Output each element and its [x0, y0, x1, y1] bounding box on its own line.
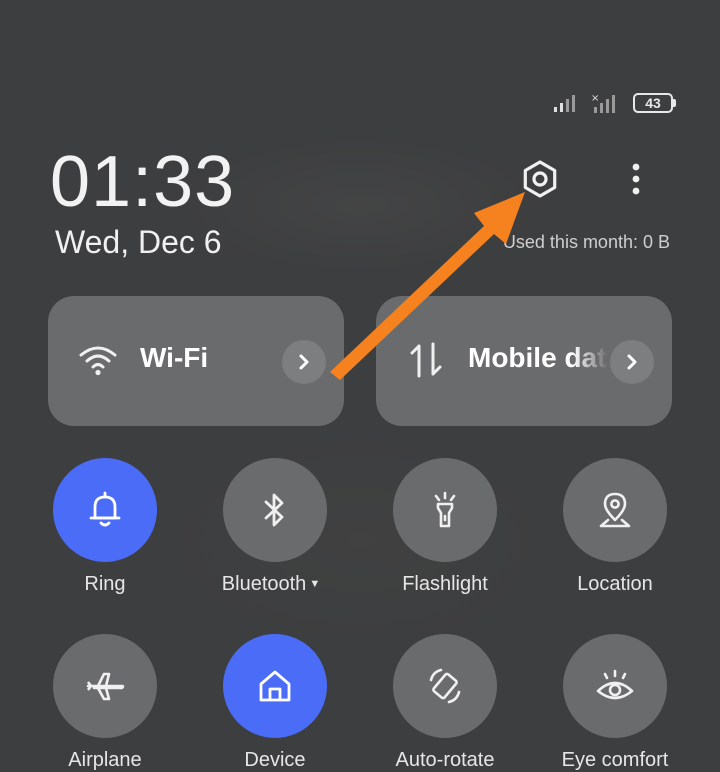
ring-label: Ring: [84, 573, 126, 595]
eye-comfort-toggle[interactable]: [563, 634, 667, 738]
ring-toggle[interactable]: [53, 458, 157, 562]
bell-icon: [89, 491, 121, 527]
wifi-icon: [78, 340, 118, 380]
bluetooth-label: Bluetooth: [221, 573, 307, 595]
eye-comfort-label: Eye comfort: [561, 749, 669, 771]
airplane-label: Airplane: [68, 749, 142, 771]
clock-date: Wed, Dec 6: [55, 224, 222, 260]
settings-button[interactable]: [516, 155, 564, 203]
mobile-data-expand-button[interactable]: [610, 340, 654, 384]
battery-indicator: 43: [633, 93, 676, 113]
device-toggle[interactable]: [223, 634, 327, 738]
location-icon: [599, 492, 631, 528]
location-toggle[interactable]: [563, 458, 667, 562]
wifi-expand-button[interactable]: [282, 340, 326, 384]
data-usage-text: Used this month: 0 B: [502, 232, 670, 252]
more-vertical-icon: [632, 163, 640, 195]
auto-rotate-icon: [429, 668, 461, 704]
auto-rotate-toggle[interactable]: [393, 634, 497, 738]
more-options-button[interactable]: [612, 155, 660, 203]
location-label: Location: [577, 573, 653, 595]
auto-rotate-label: Auto-rotate: [395, 749, 495, 771]
mobile-data-tile[interactable]: Mobile data: [376, 296, 672, 426]
chevron-right-icon: [627, 354, 637, 370]
gear-icon: [523, 160, 557, 198]
chevron-right-icon: [299, 354, 309, 370]
clock-time: 01:33: [50, 142, 236, 222]
mobile-data-label: Mobile data: [468, 342, 608, 373]
flashlight-icon: [434, 491, 456, 528]
dropdown-caret-icon: ▼: [309, 578, 321, 590]
no-signal-icon: ×: [591, 93, 615, 113]
device-label: Device: [244, 749, 306, 771]
battery-level: 43: [633, 93, 673, 113]
eye-icon: [596, 669, 634, 700]
wifi-label: Wi-Fi: [140, 342, 209, 373]
home-icon: [259, 670, 291, 702]
status-bar: × 43: [553, 92, 676, 114]
svg-text:×: ×: [591, 93, 599, 104]
cellular-signal-icon: [554, 95, 575, 112]
bluetooth-icon: [264, 493, 284, 527]
bluetooth-toggle[interactable]: [223, 458, 327, 562]
flashlight-toggle[interactable]: [393, 458, 497, 562]
airplane-toggle[interactable]: [53, 634, 157, 738]
airplane-icon: [86, 672, 125, 701]
mobile-data-icon: [406, 340, 446, 380]
wifi-tile[interactable]: Wi-Fi: [48, 296, 344, 426]
flashlight-label: Flashlight: [402, 573, 488, 595]
